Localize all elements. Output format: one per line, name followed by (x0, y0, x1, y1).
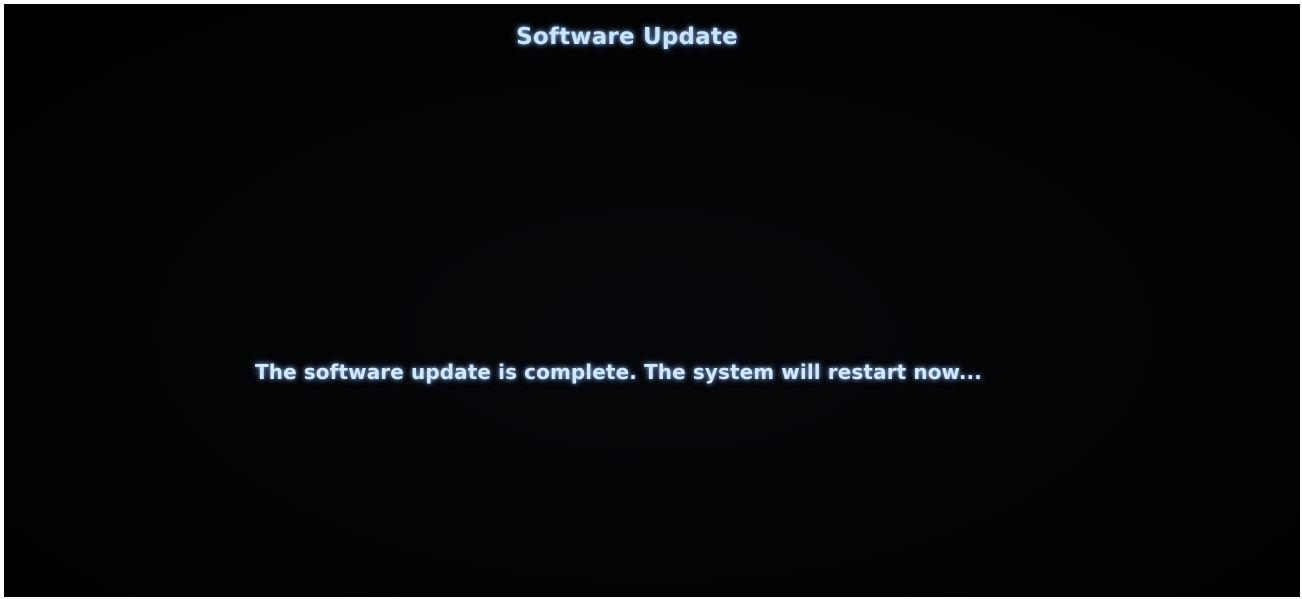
page-title: Software Update (516, 24, 738, 50)
update-screen: Software Update The software update is c… (4, 4, 1300, 597)
display-frame: Software Update The software update is c… (0, 0, 1302, 599)
status-message: The software update is complete. The sys… (255, 360, 982, 384)
